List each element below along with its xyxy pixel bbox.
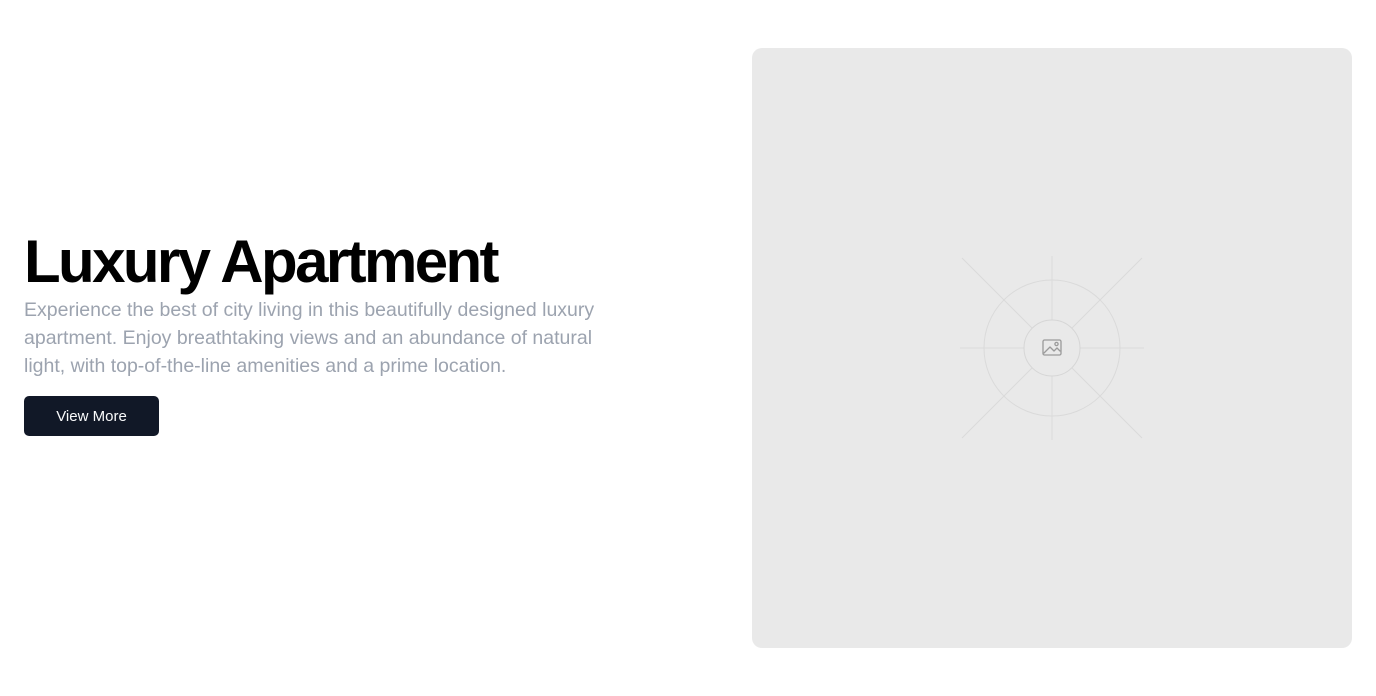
hero-title: Luxury Apartment [24,228,500,295]
hero-description: Experience the best of city living in th… [24,299,595,377]
hero-text-block: Luxury Apartment Experience the best of … [24,226,634,436]
image-placeholder [752,48,1352,648]
view-more-button[interactable]: View More [24,396,159,436]
placeholder-graphic [960,256,1144,440]
hero-section: Luxury Apartment Experience the best of … [0,0,1376,696]
